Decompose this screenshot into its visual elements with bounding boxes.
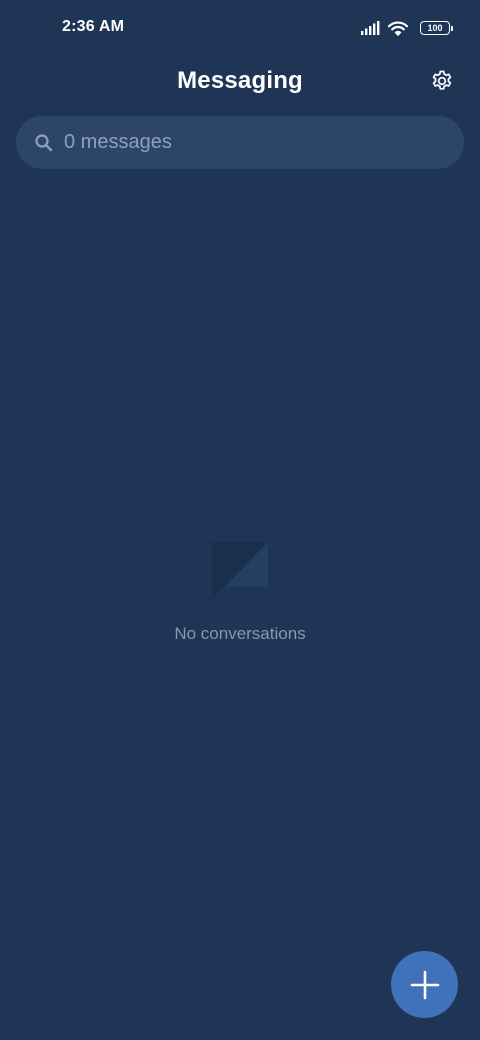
status-time: 2:36 AM	[62, 18, 125, 35]
plus-icon	[410, 970, 439, 999]
search-input[interactable]: 0 messages	[16, 116, 464, 169]
wifi-icon	[388, 21, 408, 36]
page-title: Messaging	[177, 67, 303, 94]
empty-state-text: No conversations	[174, 624, 306, 643]
search-placeholder: 0 messages	[64, 131, 172, 153]
header: Messaging	[0, 56, 480, 108]
status-icons: 100	[361, 18, 453, 38]
status-bar: 2:36 AM 100	[0, 0, 480, 56]
settings-button[interactable]	[428, 67, 456, 95]
chat-bubble-icon	[212, 542, 268, 600]
gear-icon	[432, 70, 452, 90]
empty-state: No conversations	[0, 540, 480, 644]
battery-level: 100	[427, 23, 443, 33]
new-message-button[interactable]	[391, 951, 458, 1018]
signal-icon	[361, 21, 380, 35]
battery-icon: 100	[420, 21, 453, 35]
search-icon	[35, 133, 53, 151]
